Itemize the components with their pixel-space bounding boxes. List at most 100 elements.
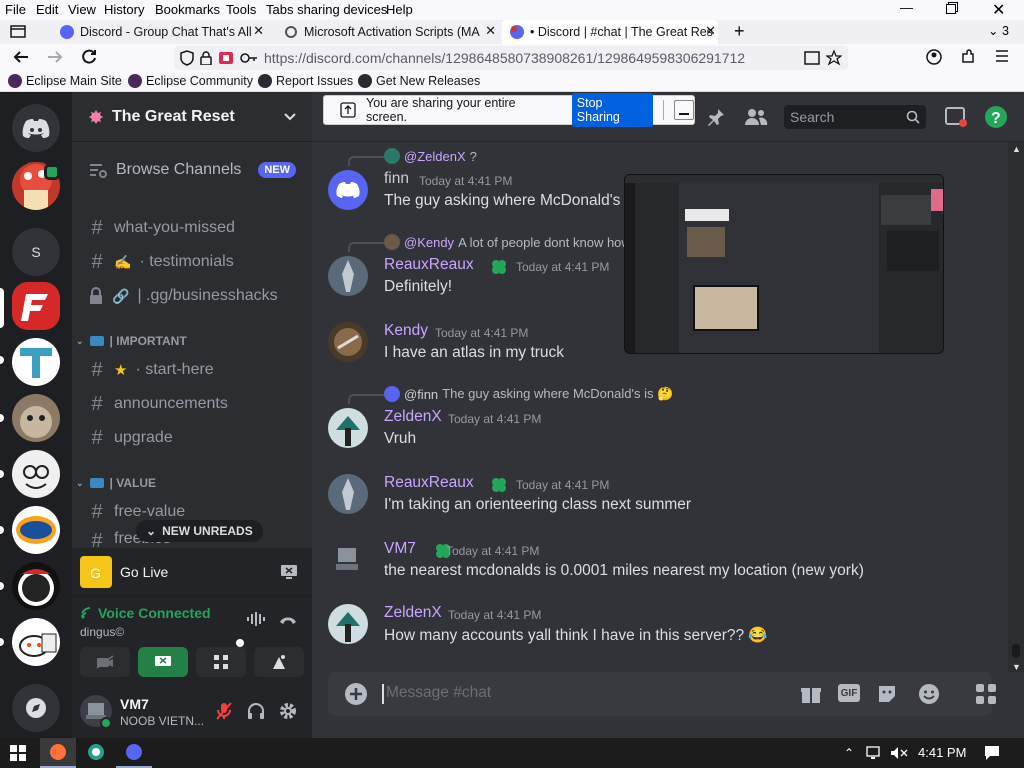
user-avatar[interactable] — [328, 604, 368, 644]
hamburger-menu-icon[interactable] — [994, 49, 1010, 63]
back-icon[interactable] — [12, 48, 30, 66]
screen-share-preview[interactable] — [624, 174, 944, 354]
gif-button[interactable]: GIF — [838, 684, 860, 702]
server-obs[interactable] — [12, 562, 60, 610]
scroll-down-icon[interactable]: ▼ — [1012, 662, 1021, 672]
channel-upgrade[interactable]: # upgrade — [88, 422, 308, 454]
clock[interactable]: 4:41 PM — [918, 745, 966, 760]
tray-chevron-icon[interactable]: ⌃ — [844, 746, 854, 760]
user-avatar[interactable] — [328, 408, 368, 448]
notifications-icon[interactable] — [984, 745, 1000, 761]
member-list-icon[interactable] — [744, 107, 768, 127]
reply-preview[interactable]: @finn The guy asking where McDonald's is … — [384, 386, 673, 402]
user-avatar[interactable] — [328, 170, 368, 210]
sticker-icon[interactable] — [876, 683, 898, 705]
browse-channels[interactable]: Browse Channels NEW — [88, 154, 308, 186]
menu-file[interactable]: File — [5, 2, 26, 17]
scrollbar[interactable]: ▲ ▼ — [1008, 142, 1024, 672]
tab-list-icon[interactable] — [10, 24, 26, 38]
close-window-button[interactable]: ✕ — [992, 0, 1005, 20]
scrollbar-thumb[interactable] — [1012, 644, 1020, 658]
channel-announcements[interactable]: # announcements — [88, 388, 308, 420]
message-username[interactable]: ReauxReaux — [384, 256, 474, 274]
taskbar-discord[interactable] — [116, 738, 152, 768]
camera-button[interactable] — [80, 647, 130, 677]
new-unreads-button[interactable]: ⌄ NEW UNREADS — [136, 520, 263, 542]
minimize-banner-button[interactable] — [674, 100, 694, 120]
reader-view-icon[interactable] — [804, 51, 820, 65]
category-important[interactable]: ⌄ | IMPORTANT — [76, 334, 187, 348]
disconnect-icon[interactable] — [278, 613, 298, 625]
close-tab-icon[interactable]: ✕ — [705, 23, 716, 39]
menu-edit[interactable]: Edit — [36, 2, 58, 17]
message-username[interactable]: Kendy — [384, 322, 428, 340]
server-great-reset[interactable] — [12, 282, 60, 330]
discover-button[interactable] — [12, 684, 60, 732]
menu-tabs-sharing[interactable]: Tabs sharing devices — [266, 2, 387, 17]
close-tab-icon[interactable]: ✕ — [253, 23, 264, 39]
restore-icon[interactable] — [946, 2, 958, 14]
user-avatar[interactable] — [328, 256, 368, 296]
server-s[interactable]: S — [12, 228, 60, 276]
menu-view[interactable]: View — [68, 2, 96, 17]
bookmark-eclipse-community[interactable]: Eclipse Community — [128, 74, 253, 88]
screen-share-button[interactable] — [138, 647, 188, 677]
server-clown[interactable] — [12, 450, 60, 498]
emoji-icon[interactable] — [918, 683, 940, 705]
voice-channel-name[interactable]: dingus© — [80, 625, 124, 639]
network-icon[interactable] — [866, 746, 884, 760]
message-username[interactable]: ReauxReaux — [384, 474, 474, 492]
url-text[interactable]: https://discord.com/channels/12986485807… — [264, 50, 745, 66]
username[interactable]: VM7 — [120, 696, 149, 712]
server-reddit[interactable] — [12, 618, 60, 666]
go-live-panel[interactable]: G Go Live — [72, 548, 312, 596]
message-username[interactable]: VM7 — [384, 540, 416, 558]
shield-icon[interactable] — [180, 50, 194, 66]
bookmark-get-new-releases[interactable]: Get New Releases — [358, 74, 480, 88]
mic-muted-icon[interactable] — [214, 701, 234, 721]
user-avatar[interactable] — [328, 322, 368, 362]
menu-tools[interactable]: Tools — [226, 2, 256, 17]
taskbar-firefox[interactable] — [40, 738, 76, 768]
lock-icon[interactable] — [200, 51, 212, 65]
tab-microsoft-activation[interactable]: Microsoft Activation Scripts (MA ✕ — [276, 20, 498, 44]
soundboard-button[interactable] — [254, 647, 304, 677]
tab-discord-group-chat[interactable]: Discord - Group Chat That's All ✕ — [52, 20, 266, 44]
help-icon[interactable]: ? — [984, 105, 1008, 129]
key-icon[interactable] — [240, 52, 258, 64]
tab-discord-chat-active[interactable]: • Discord | #chat | The Great Res ✕ — [502, 20, 718, 44]
close-tab-icon[interactable]: ✕ — [485, 23, 496, 39]
tab-count[interactable]: ⌄ 3 — [988, 23, 1009, 38]
stop-sharing-button[interactable]: Stop Sharing — [571, 93, 654, 127]
apps-icon[interactable] — [974, 682, 998, 706]
channel-businesshacks[interactable]: 🔗 | .gg/businesshacks — [88, 280, 308, 312]
server-t[interactable] — [12, 338, 60, 386]
user-avatar[interactable] — [328, 540, 368, 580]
bookmark-eclipse-main[interactable]: Eclipse Main Site — [8, 74, 122, 88]
reply-preview[interactable]: @Kendy A lot of people dont know how — [384, 234, 631, 250]
activities-button[interactable] — [196, 647, 246, 677]
windows-start-icon[interactable] — [10, 745, 26, 761]
settings-gear-icon[interactable] — [278, 701, 298, 721]
message-input[interactable]: Message #chat — [382, 684, 782, 704]
discord-home-button[interactable] — [12, 104, 60, 152]
search-input[interactable]: Search — [784, 105, 926, 129]
headphones-icon[interactable] — [246, 701, 266, 721]
menu-bookmarks[interactable]: Bookmarks — [155, 2, 220, 17]
screen-share-indicator-icon[interactable] — [218, 51, 234, 65]
category-value[interactable]: ⌄ | VALUE — [76, 476, 156, 490]
message-username[interactable]: ZeldenX — [384, 408, 442, 426]
pin-icon[interactable] — [706, 107, 726, 127]
new-tab-button[interactable]: + — [734, 21, 745, 42]
go-live-icon[interactable] — [280, 564, 298, 580]
forward-icon[interactable] — [46, 48, 64, 66]
voice-status[interactable]: Voice Connected — [80, 605, 211, 621]
gift-icon[interactable] — [800, 684, 822, 704]
server-newegg[interactable] — [12, 506, 60, 554]
extensions-icon[interactable] — [960, 49, 976, 65]
bookmark-star-icon[interactable] — [826, 50, 842, 66]
account-icon[interactable] — [926, 49, 942, 65]
bookmark-report-issues[interactable]: Report Issues — [258, 74, 353, 88]
taskbar-app[interactable] — [78, 738, 114, 768]
message-username[interactable]: finn — [384, 170, 409, 188]
